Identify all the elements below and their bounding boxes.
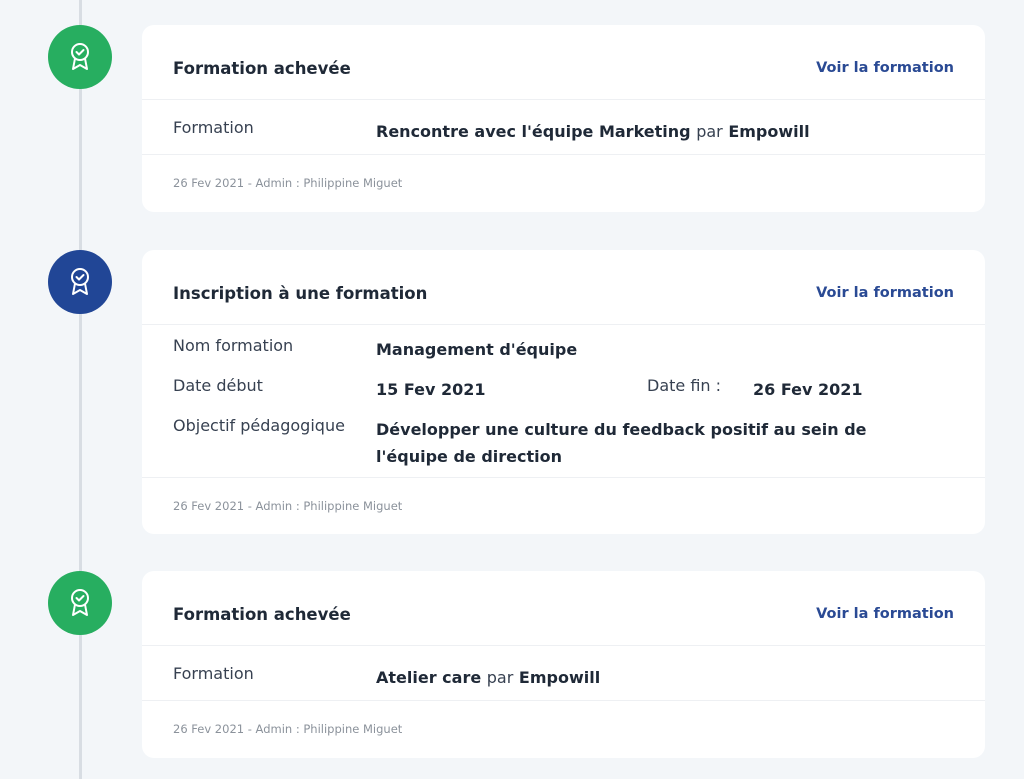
end-label: Date fin :	[647, 376, 722, 395]
card-title: Formation achevée	[173, 59, 351, 78]
completed-badge	[48, 571, 112, 635]
view-training-link[interactable]: Voir la formation	[816, 48, 954, 76]
card-footer: 26 Fev 2021 - Admin : Philippine Miguet	[173, 176, 403, 190]
timeline-card: Inscription à une formation Voir la form…	[142, 250, 985, 534]
by-word: par	[696, 122, 723, 141]
award-ribbon-icon	[71, 589, 89, 616]
field-value: Rencontre avec l'équipe Marketing par Em…	[376, 118, 810, 145]
training-row: Formation Rencontre avec l'équipe Market…	[173, 118, 954, 145]
card-header: Formation achevée Voir la formation	[142, 25, 985, 100]
course-name: Atelier care	[376, 668, 482, 687]
card-header: Inscription à une formation Voir la form…	[142, 250, 985, 325]
card-body: Formation Rencontre avec l'équipe Market…	[142, 100, 985, 155]
start-value: 15 Fev 2021	[376, 380, 486, 399]
card-title: Formation achevée	[173, 605, 351, 624]
provider-name: Empowill	[518, 668, 601, 687]
card-footer: 26 Fev 2021 - Admin : Philippine Miguet	[173, 722, 403, 736]
card-header: Formation achevée Voir la formation	[142, 571, 985, 646]
timeline-line	[79, 0, 82, 779]
card-title: Inscription à une formation	[173, 284, 428, 303]
card-body: Nom formation Management d'équipe Date d…	[142, 325, 985, 478]
card-footer: 26 Fev 2021 - Admin : Philippine Miguet	[173, 499, 403, 513]
name-row: Nom formation Management d'équipe	[173, 336, 954, 376]
course-name: Rencontre avec l'équipe Marketing	[376, 122, 691, 141]
view-training-link[interactable]: Voir la formation	[816, 594, 954, 622]
completed-badge	[48, 25, 112, 89]
objective-row: Objectif pédagogique Développer une cult…	[173, 416, 954, 470]
view-training-link[interactable]: Voir la formation	[816, 273, 954, 301]
enrollment-badge	[48, 250, 112, 314]
by-word: par	[486, 668, 514, 687]
award-ribbon-icon	[71, 43, 89, 70]
timeline-card: Formation achevée Voir la formation Form…	[142, 571, 985, 758]
training-row: Formation Atelier care par Empowill	[173, 664, 954, 691]
card-body: Formation Atelier care par Empowill	[142, 646, 985, 701]
award-ribbon-icon	[71, 268, 89, 295]
timeline-card: Formation achevée Voir la formation Form…	[142, 25, 985, 212]
field-label: Formation	[173, 118, 254, 137]
end-value: 26 Fev 2021	[753, 380, 863, 399]
name-label: Nom formation	[173, 336, 294, 355]
name-value: Management d'équipe	[376, 340, 578, 359]
objective-label: Objectif pédagogique	[173, 416, 345, 435]
dates-row: Date début 15 Fev 2021 Date fin : 26 Fev…	[173, 376, 954, 416]
objective-value: Développer une culture du feedback posit…	[376, 420, 867, 466]
start-label: Date début	[173, 376, 263, 395]
field-label: Formation	[173, 664, 254, 683]
provider-name: Empowill	[728, 122, 810, 141]
field-value: Atelier care par Empowill	[376, 664, 600, 691]
